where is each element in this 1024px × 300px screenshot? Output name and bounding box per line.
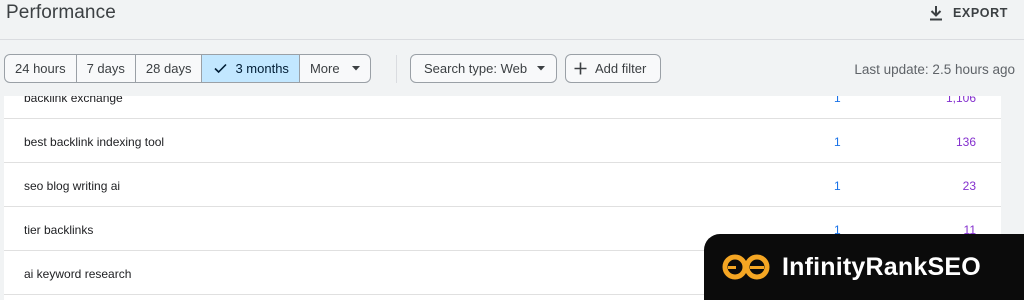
range-label: More — [309, 61, 340, 76]
query-cell: backlink exchange — [24, 96, 123, 105]
table-row[interactable]: seo blog writing ai 1 23 — [4, 163, 1001, 207]
table-row[interactable]: best backlink indexing tool 1 136 — [4, 119, 1001, 163]
range-7-days[interactable]: 7 days — [77, 55, 136, 82]
watermark-text: InfinityRankSEO — [782, 252, 981, 281]
range-more-dropdown[interactable]: More — [300, 55, 370, 82]
range-28-days[interactable]: 28 days — [136, 55, 203, 82]
range-label: 28 days — [145, 61, 192, 76]
clicks-cell: 1 — [834, 179, 841, 193]
top-bar: Performance EXPORT — [0, 0, 1024, 40]
impressions-cell: 1,106 — [945, 96, 976, 105]
divider — [396, 55, 397, 83]
query-cell: tier backlinks — [24, 223, 94, 237]
impressions-cell: 23 — [962, 179, 976, 193]
date-range-group: 24 hours 7 days 28 days 3 months More — [4, 54, 371, 83]
export-button[interactable]: EXPORT — [929, 2, 1008, 24]
query-cell: best backlink indexing tool — [24, 135, 165, 149]
range-label: 7 days — [86, 61, 125, 76]
last-update-text: Last update: 2.5 hours ago — [854, 62, 1015, 77]
download-icon — [929, 5, 943, 21]
infinity-logo-icon — [720, 251, 772, 283]
impressions-cell: 136 — [955, 135, 976, 149]
add-filter-button[interactable]: Add filter — [565, 54, 662, 83]
range-label: 3 months — [235, 61, 289, 76]
query-cell: seo blog writing ai — [24, 179, 121, 193]
check-icon — [214, 63, 228, 74]
search-type-label: Search type: Web — [424, 61, 528, 76]
clicks-cell: 1 — [834, 96, 841, 105]
filter-bar: 24 hours 7 days 28 days 3 months More Se… — [0, 40, 1024, 96]
range-24-hours[interactable]: 24 hours — [5, 55, 77, 82]
plus-icon — [574, 62, 587, 75]
page-title: Performance — [6, 2, 116, 23]
add-filter-label: Add filter — [595, 61, 647, 76]
export-label: EXPORT — [953, 6, 1008, 20]
range-3-months[interactable]: 3 months — [202, 55, 300, 82]
table-row[interactable]: backlink exchange 1 1,106 — [4, 96, 1001, 119]
caret-down-icon — [351, 66, 360, 71]
brand-watermark: InfinityRankSEO — [704, 234, 1024, 300]
search-type-dropdown[interactable]: Search type: Web — [410, 54, 558, 83]
range-label: 24 hours — [15, 61, 66, 76]
query-cell: ai keyword research — [24, 267, 132, 281]
caret-down-icon — [537, 66, 546, 71]
clicks-cell: 1 — [834, 135, 841, 149]
